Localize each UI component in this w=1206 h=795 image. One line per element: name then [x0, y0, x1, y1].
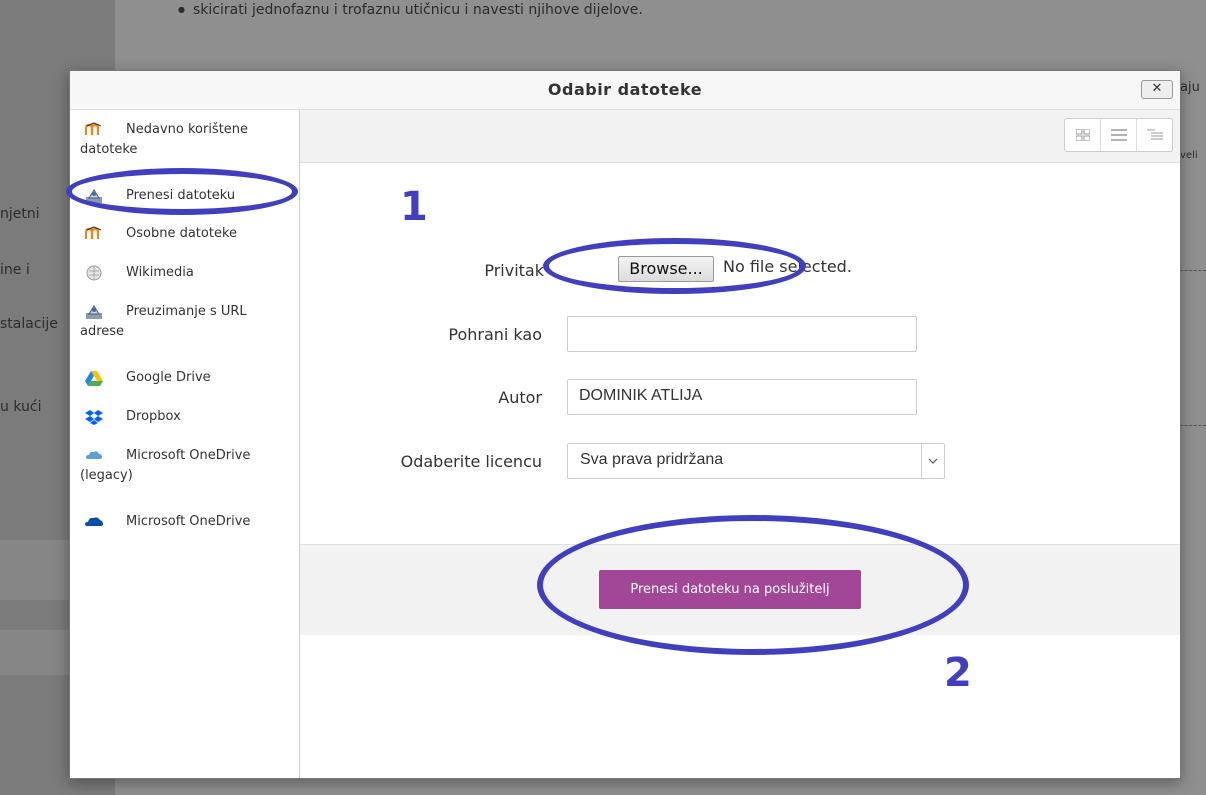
- download-url-icon: [84, 304, 104, 320]
- sidebar-item-google-drive[interactable]: Google Drive: [80, 367, 290, 389]
- author-label: Autor: [498, 388, 542, 407]
- highlight-ellipse: [543, 238, 806, 294]
- wikimedia-icon: [84, 265, 104, 281]
- sidebar-item-label: Osobne datoteke: [126, 226, 238, 241]
- sidebar-item-label: Preuzimanje s URL adrese: [80, 304, 247, 339]
- highlight-ellipse: [537, 515, 969, 655]
- tree-view-button[interactable]: [1137, 119, 1172, 151]
- google-drive-icon: [84, 370, 104, 386]
- background-fragment: njetni: [0, 206, 40, 222]
- dropbox-icon: [84, 409, 104, 425]
- sidebar-item-onedrive[interactable]: Microsoft OneDrive: [80, 511, 290, 533]
- chevron-down-icon: [921, 444, 944, 478]
- background-bullet-text: skicirati jednofaznu i trofaznu utičnicu…: [178, 2, 643, 18]
- onedrive-legacy-icon: [84, 448, 104, 464]
- background-fragment: u kući: [0, 399, 42, 415]
- highlight-ellipse: [66, 168, 298, 215]
- sidebar-item-label: Microsoft OneDrive: [126, 514, 251, 529]
- sidebar-item-label: Nedavno korištene datoteke: [80, 122, 249, 157]
- background-divider: [1180, 270, 1206, 271]
- license-selected-value: Sva prava pridržana: [580, 451, 724, 468]
- sidebar-item-url-download[interactable]: Preuzimanje s URL adrese: [80, 302, 290, 342]
- background-divider: [1180, 425, 1206, 426]
- moodle-icon: [84, 225, 104, 242]
- list-view-button[interactable]: [1101, 119, 1137, 151]
- step-number-2: 2: [944, 650, 972, 696]
- moodle-icon: [84, 121, 104, 138]
- sidebar-item-dropbox[interactable]: Dropbox: [80, 406, 290, 428]
- view-mode-group: [1064, 118, 1173, 152]
- dialog-header: Odabir datoteke ✕: [70, 71, 1180, 110]
- sidebar-item-private-files[interactable]: Osobne datoteke: [80, 223, 290, 245]
- sidebar-item-label: Wikimedia: [126, 265, 194, 280]
- sidebar-item-label: Microsoft OneDrive (legacy): [80, 448, 251, 483]
- attachment-label: Privitak: [484, 261, 544, 280]
- sidebar-item-label: Google Drive: [126, 370, 211, 385]
- sidebar-item-recent-files[interactable]: Nedavno korištene datoteke: [80, 120, 290, 160]
- save-as-input[interactable]: [567, 316, 917, 352]
- background-fragment: stalacije: [0, 316, 58, 332]
- background-strip: [0, 630, 70, 675]
- author-input[interactable]: DOMINIK ATLIJA: [567, 379, 917, 415]
- step-number-1: 1: [400, 184, 428, 230]
- background-fragment: veli: [1180, 150, 1198, 161]
- tree-icon: [1146, 129, 1163, 140]
- license-select[interactable]: Sva prava pridržana: [567, 443, 945, 479]
- dialog-title: Odabir datoteke: [547, 80, 703, 99]
- background-strip: [0, 540, 70, 600]
- icon-view-button[interactable]: [1065, 119, 1101, 151]
- file-view-toolbar: [300, 110, 1180, 163]
- close-button[interactable]: ✕: [1141, 80, 1173, 99]
- onedrive-icon: [84, 514, 104, 530]
- grid-icon: [1075, 129, 1090, 141]
- background-fragment: ine i: [0, 262, 30, 278]
- save-as-label: Pohrani kao: [448, 325, 542, 344]
- license-label: Odaberite licencu: [400, 452, 542, 471]
- sidebar-item-label: Dropbox: [126, 409, 181, 424]
- list-icon: [1110, 129, 1127, 141]
- sidebar-item-wikimedia[interactable]: Wikimedia: [80, 262, 290, 284]
- sidebar-item-onedrive-legacy[interactable]: Microsoft OneDrive (legacy): [80, 446, 290, 486]
- background-fragment: aju: [1180, 80, 1200, 95]
